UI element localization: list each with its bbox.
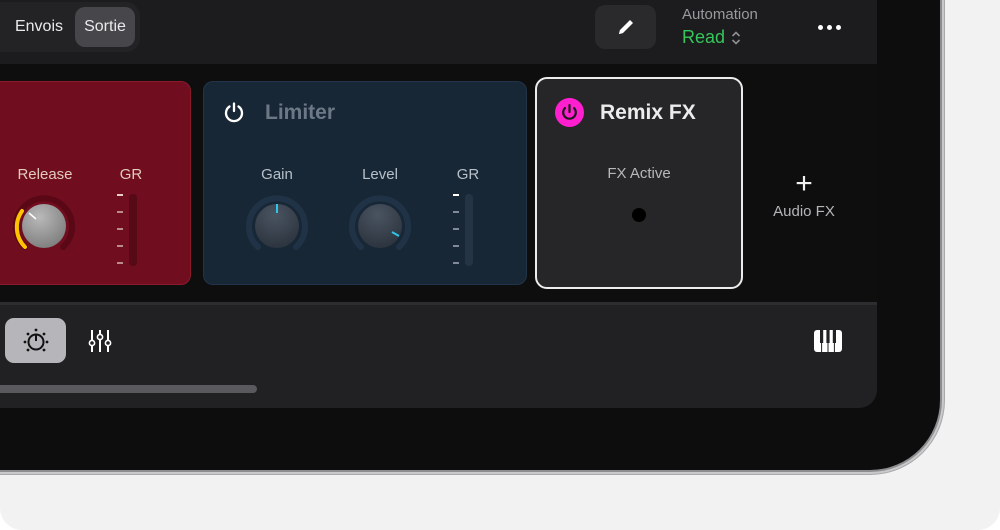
compressor-gr-meter bbox=[129, 194, 137, 266]
pencil-icon bbox=[618, 20, 633, 34]
add-audio-fx-button[interactable]: + Audio FX bbox=[760, 167, 848, 221]
bottom-toolbar bbox=[0, 305, 877, 408]
plus-icon: + bbox=[795, 167, 813, 200]
more-button[interactable] bbox=[812, 16, 846, 38]
remix-fx-title: Remix FX bbox=[600, 101, 696, 124]
knob-icon bbox=[23, 328, 48, 351]
compressor-gr-label: GR bbox=[119, 166, 143, 183]
limiter-gr-meter bbox=[465, 194, 473, 266]
automation-mode-selector[interactable]: Read bbox=[682, 27, 741, 48]
top-toolbar: Envois Sortie Automation Read bbox=[0, 0, 877, 64]
plugins-view-button[interactable] bbox=[5, 318, 66, 363]
limiter-gr-label: GR bbox=[456, 166, 480, 183]
tab-sortie[interactable]: Sortie bbox=[75, 7, 135, 47]
gain-label: Gain bbox=[261, 166, 293, 183]
ellipsis-icon bbox=[817, 24, 823, 30]
keyboard-view-button[interactable] bbox=[805, 318, 851, 363]
ellipsis-icon-dot bbox=[826, 24, 832, 30]
limiter-gr-scale bbox=[453, 194, 459, 266]
automation-mode-value: Read bbox=[682, 27, 726, 47]
sends-output-segmented-control: Envois Sortie bbox=[0, 2, 140, 52]
edit-button[interactable] bbox=[595, 5, 656, 49]
fx-active-label: FX Active bbox=[607, 165, 671, 182]
remix-fx-plugin[interactable]: Remix FX FX Active bbox=[535, 77, 743, 289]
release-label: Release bbox=[17, 166, 73, 183]
chevron-up-down-icon bbox=[731, 30, 741, 45]
limiter-plugin[interactable]: Limiter Gain Level GR bbox=[203, 81, 527, 285]
plugin-strip: Release GR Limiter Gain Level GR Remix F… bbox=[0, 64, 877, 302]
compressor-gr-scale bbox=[117, 194, 123, 266]
limiter-title: Limiter bbox=[265, 101, 336, 124]
ellipsis-icon-dot bbox=[835, 24, 841, 30]
gain-knob[interactable] bbox=[244, 193, 310, 259]
mixer-view-button[interactable] bbox=[80, 318, 120, 363]
level-label: Level bbox=[362, 166, 398, 183]
fx-active-indicator bbox=[632, 208, 646, 222]
remix-power-button[interactable] bbox=[555, 98, 584, 127]
screen: Envois Sortie Automation Read Release GR… bbox=[0, 0, 877, 408]
horizontal-scrollbar[interactable] bbox=[0, 385, 257, 393]
limiter-power-button[interactable] bbox=[223, 101, 245, 123]
automation-label: Automation bbox=[682, 6, 758, 23]
release-knob[interactable] bbox=[11, 193, 77, 259]
level-knob[interactable] bbox=[347, 193, 413, 259]
piano-icon bbox=[814, 329, 842, 352]
tab-envois[interactable]: Envois bbox=[4, 7, 74, 47]
add-audio-fx-label: Audio FX bbox=[773, 203, 835, 220]
compressor-plugin[interactable]: Release GR bbox=[0, 81, 191, 285]
sliders-icon bbox=[88, 329, 112, 352]
ipad-device: Envois Sortie Automation Read Release GR… bbox=[0, 0, 940, 470]
